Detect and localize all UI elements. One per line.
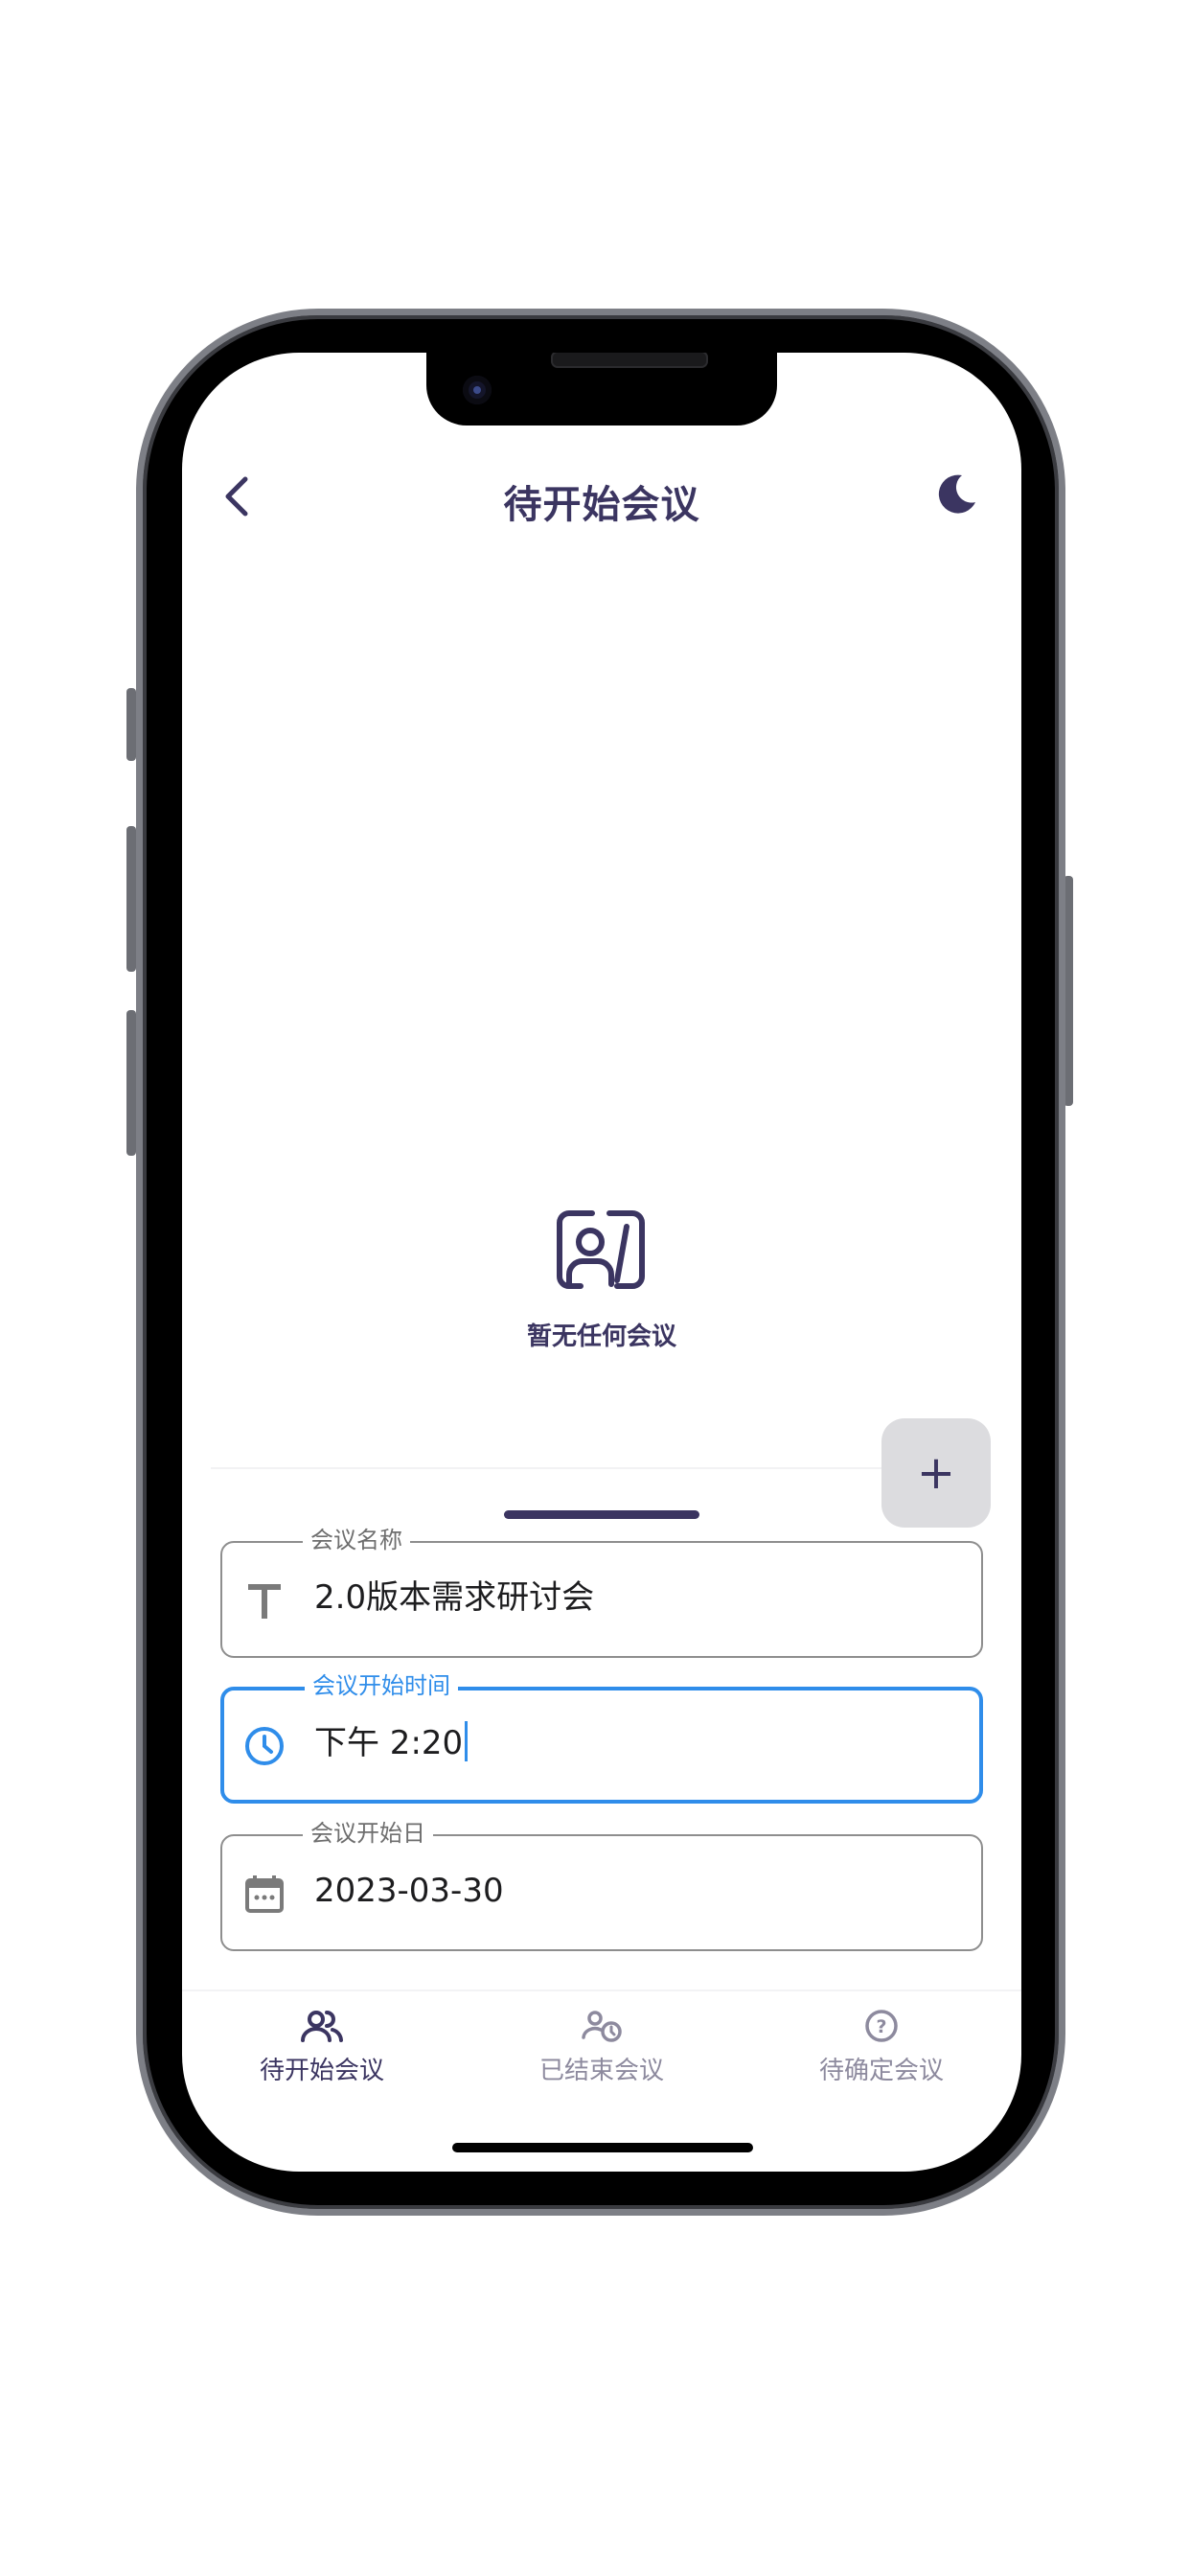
empty-meeting-icon: [554, 1202, 650, 1296]
meeting-date-label: 会议开始日: [303, 1819, 433, 1848]
question-icon: ?: [865, 2010, 898, 2042]
add-meeting-button[interactable]: +: [881, 1418, 991, 1528]
text-caret: [465, 1721, 469, 1761]
text-format-icon: [243, 1579, 286, 1622]
page-title: 待开始会议: [503, 483, 700, 527]
meeting-date-input[interactable]: 2023-03-30: [314, 1867, 504, 1915]
people-icon: [301, 2011, 343, 2042]
clock-icon: [243, 1725, 286, 1767]
tab-bar-divider: [182, 1990, 1021, 1991]
sheet-drag-handle[interactable]: [504, 1510, 699, 1519]
volume-down-button: [126, 1010, 136, 1156]
tab-pending-meetings[interactable]: ? 待确定会议: [742, 2009, 1021, 2114]
sheet-top-divider: [211, 1467, 881, 1469]
tab-ended-label: 已结束会议: [538, 2057, 664, 2085]
tab-upcoming-meetings[interactable]: 待开始会议: [182, 2009, 462, 2114]
people-clock-icon: [582, 2011, 622, 2042]
meeting-time-input[interactable]: 下午 2:20: [314, 1719, 469, 1767]
meeting-name-label: 会议名称: [303, 1526, 410, 1554]
volume-up-button: [126, 826, 136, 972]
meeting-time-field[interactable]: 会议开始时间 下午 2:20: [220, 1671, 983, 1804]
notch: [426, 353, 777, 426]
tab-pending-label: 待确定会议: [818, 2057, 944, 2085]
speaker-grille: [551, 353, 708, 368]
meeting-time-label: 会议开始时间: [305, 1671, 458, 1700]
plus-icon: +: [916, 1446, 956, 1500]
theme-toggle-button[interactable]: [933, 470, 981, 518]
moon-icon: [938, 474, 975, 514]
tab-ended-meetings[interactable]: 已结束会议: [462, 2009, 742, 2114]
meeting-name-field[interactable]: 会议名称 2.0版本需求研讨会: [220, 1526, 983, 1658]
app-screen: 待开始会议 暂无任何会议 + 会议名称 2.0版本需求研讨会 会议开始时间 下午…: [182, 353, 1021, 2172]
meeting-name-input[interactable]: 2.0版本需求研讨会: [314, 1574, 594, 1622]
meeting-time-value: 下午 2:20: [314, 1724, 464, 1762]
empty-state-message: 暂无任何会议: [526, 1322, 676, 1351]
calendar-icon: [243, 1873, 286, 1915]
tab-upcoming-label: 待开始会议: [259, 2057, 384, 2085]
meeting-date-field[interactable]: 会议开始日 2023-03-30: [220, 1819, 983, 1951]
svg-text:?: ?: [876, 2016, 886, 2037]
mute-switch: [126, 688, 136, 761]
home-indicator[interactable]: [452, 2143, 753, 2152]
front-camera: [463, 376, 492, 404]
